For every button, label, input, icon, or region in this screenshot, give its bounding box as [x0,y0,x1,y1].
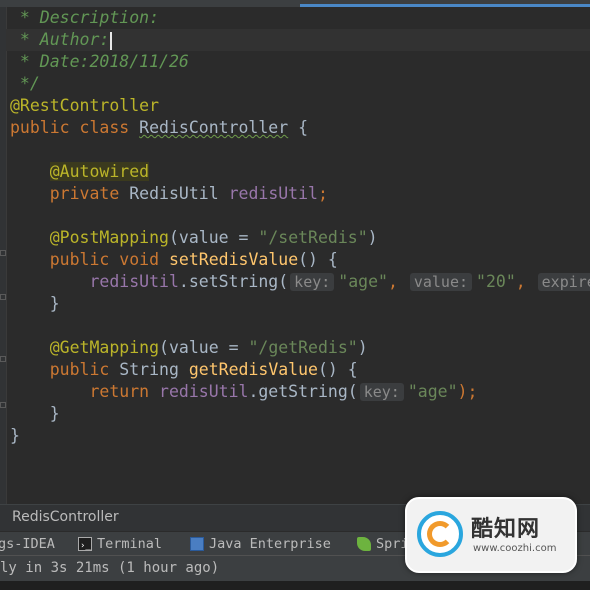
string-literal: "/getRedis" [248,338,358,357]
punctuation: = [218,338,249,357]
java-enterprise-icon [190,537,204,551]
keyword: public [49,360,110,379]
code-editor[interactable]: * Description: * Author: * Date:2018/11/… [10,7,590,504]
code-line: * Description: [10,7,159,29]
code-line: } [10,403,60,425]
annotation: @GetMapping [49,338,160,357]
tool-window-label: Java Enterprise [209,536,331,552]
code-line: } [10,293,60,315]
brace: } [10,426,20,445]
code-line: * Author: [10,29,113,51]
field-name: redisUtil [228,184,318,203]
annotation: @Autowired [49,162,150,181]
punctuation: ( [159,338,169,357]
parameter-hint: expire [537,273,590,291]
punctuation: = [228,228,259,247]
field-name: redisUtil [89,272,179,291]
code-line: @RestController [10,95,159,117]
attribute-name: value [178,228,229,247]
method-name: getRedisValue [188,360,318,379]
punctuation: ) [367,228,378,247]
code-line: public void setRedisValue() { [10,249,338,271]
window-bottom-edge [0,581,590,590]
punctuation: ( [168,228,179,247]
tool-window-label: gs-IDEA [0,536,55,552]
tool-window-label: Spri [376,536,409,552]
string-literal: "20" [476,272,516,291]
parameter-hint: key: [359,383,404,401]
coozhi-logo-icon [417,511,463,557]
tool-window-label: Terminal [97,536,163,552]
comment-text: * Description: [10,8,160,27]
breadcrumb-item[interactable]: RedisController [12,505,119,529]
brace: } [49,404,60,423]
punctuation: ; [317,184,328,203]
code-line: redisUtil.setString(key: "age", value: "20… [10,271,590,293]
code-line: */ [10,73,40,95]
type-name: String [119,360,179,379]
comment-text: * Author: [10,30,110,49]
text-caret [110,31,113,50]
keyword: public [49,250,110,269]
type-name: RedisUtil [129,184,219,203]
code-line: public String getRedisValue() { [10,359,358,381]
punctuation: , [515,272,526,291]
tool-window-terminal[interactable]: Terminal [78,532,163,558]
code-line: @Autowired [10,161,150,183]
keyword: void [119,250,160,269]
annotation: @RestController [10,96,160,115]
parameter-hint: value: [409,273,473,291]
fold-marker[interactable] [0,402,6,408]
keyword: return [89,382,150,401]
status-message[interactable]: ly in 3s 21ms (1 hour ago) [0,556,219,580]
punctuation: ); [457,382,478,401]
annotation: @PostMapping [49,228,169,247]
fold-marker[interactable] [0,250,6,256]
tool-window-ide[interactable]: gs-IDEA [0,532,55,556]
punctuation: () { [298,250,338,269]
punctuation: ) [357,338,368,357]
watermark-title: 酷知网 [471,517,541,542]
code-line: @PostMapping(value = "/setRedis") [10,227,378,249]
comment-text: */ [10,74,40,93]
code-line: public class RedisController { [10,117,308,139]
code-line: @GetMapping(value = "/getRedis") [10,337,368,359]
code-line: } [10,425,20,447]
class-name: RedisController [139,118,289,137]
editor-gutter [0,7,7,504]
code-line: * Date:2018/11/26 [10,51,189,73]
keyword: private [49,184,120,203]
terminal-icon [78,534,92,558]
watermark: 酷知网 www.coozhi.com [405,497,577,573]
method-name: setRedisValue [168,250,299,269]
parameter-hint: key: [290,273,335,291]
brace: } [49,294,60,313]
brace: { [288,118,309,137]
punctuation: , [387,272,398,291]
comment-text: * Date:2018/11/26 [10,52,189,71]
method-call: .getString( [248,382,358,401]
code-line: return redisUtil.getString(key: "age"); [10,381,477,403]
string-literal: "age" [338,272,388,291]
string-literal: "age" [407,382,458,401]
attribute-name: value [168,338,219,357]
tool-window-java-enterprise[interactable]: Java Enterprise [190,532,331,556]
code-line: private RedisUtil redisUtil; [10,183,328,205]
field-name: redisUtil [159,382,249,401]
editor-tab-strip [0,0,590,7]
fold-marker[interactable] [0,356,6,362]
keyword: class [79,118,130,137]
punctuation: () { [317,360,358,379]
string-literal: "/setRedis" [258,228,368,247]
tool-window-spring[interactable]: Spri [357,532,409,556]
keyword: public [10,118,70,137]
spring-leaf-icon [357,537,371,551]
method-call: .setString( [178,272,289,291]
fold-marker[interactable] [0,294,6,300]
watermark-url: www.coozhi.com [473,543,557,554]
